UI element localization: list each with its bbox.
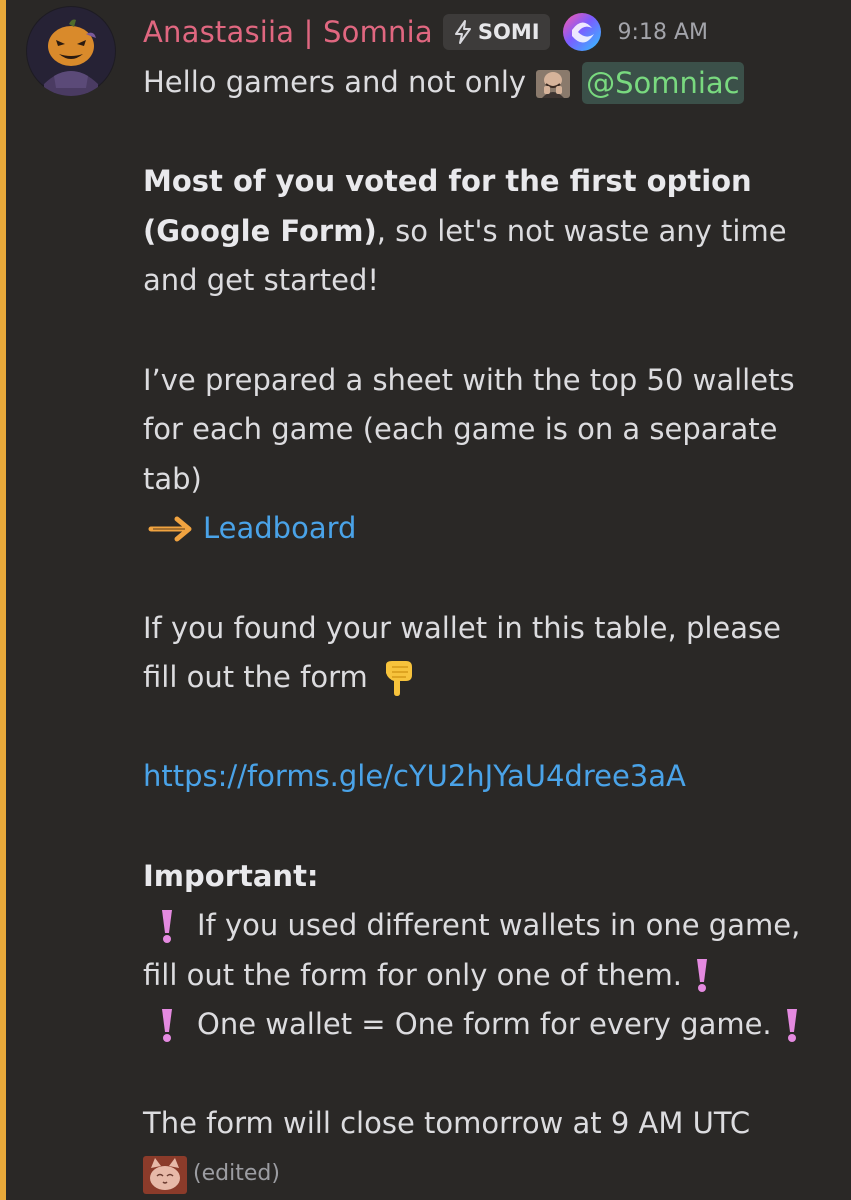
laughing-man-emoji: [536, 69, 571, 98]
user-mention[interactable]: @Somniac: [582, 61, 744, 104]
pointing-down-emoji: [385, 660, 412, 696]
right-arrow-emoji: [148, 516, 192, 542]
swirl-gradient-icon[interactable]: [560, 10, 604, 54]
pink-exclamation-emoji: [162, 1009, 172, 1043]
leaderboard-link[interactable]: Leadboard: [203, 504, 356, 554]
chat-message: Anastasiia | Somnia SOMI 9:18 AM Hello g…: [26, 6, 841, 1196]
closing-text: The form will close tomorrow at 9 AM UTC: [143, 1106, 751, 1141]
message-body: Hello gamers and not only @Somniac Most …: [143, 58, 833, 1199]
paragraph2-line3: tab): [143, 461, 202, 496]
important-line3: One wallet = One form for every game.: [197, 1007, 772, 1042]
edited-label: (edited): [193, 1161, 280, 1187]
important-line1: If you used different wallets in one gam…: [197, 908, 801, 943]
form-link[interactable]: https://forms.gle/cYU2hJYaU4dree3aA: [143, 752, 686, 802]
important-line2: fill out the form for only one of them.: [143, 957, 683, 992]
pink-exclamation-emoji: [162, 909, 172, 943]
cat-face-emoji: [143, 1155, 187, 1194]
avatar[interactable]: [26, 6, 116, 96]
pink-exclamation-emoji: [786, 1009, 797, 1043]
paragraph1-rest-line2: , so let's not waste any time: [376, 213, 787, 248]
mention-highlight-bar: [0, 0, 6, 1200]
lightning-icon: [454, 20, 471, 44]
important-heading: Important:: [143, 858, 319, 893]
paragraph3-line2: fill out the form: [143, 660, 368, 695]
paragraph2-line1: I’ve prepared a sheet with the top 50 wa…: [143, 362, 795, 397]
server-tag-label: SOMI: [477, 20, 540, 44]
paragraph1-bold-line2: (Google Form): [143, 213, 377, 248]
timestamp: 9:18 AM: [617, 19, 708, 45]
paragraph2-line2: for each game (each game is on a separat…: [143, 412, 778, 447]
paragraph1-bold-line1: Most of you voted for the first option: [143, 164, 752, 199]
pink-exclamation-emoji: [697, 959, 708, 993]
paragraph1-line3: and get started!: [143, 263, 380, 298]
server-tag[interactable]: SOMI: [442, 14, 550, 50]
paragraph3-line1: If you found your wallet in this table, …: [143, 610, 781, 645]
greeting-text: Hello gamers and not only: [143, 65, 527, 99]
username[interactable]: Anastasiia | Somnia: [143, 15, 433, 49]
